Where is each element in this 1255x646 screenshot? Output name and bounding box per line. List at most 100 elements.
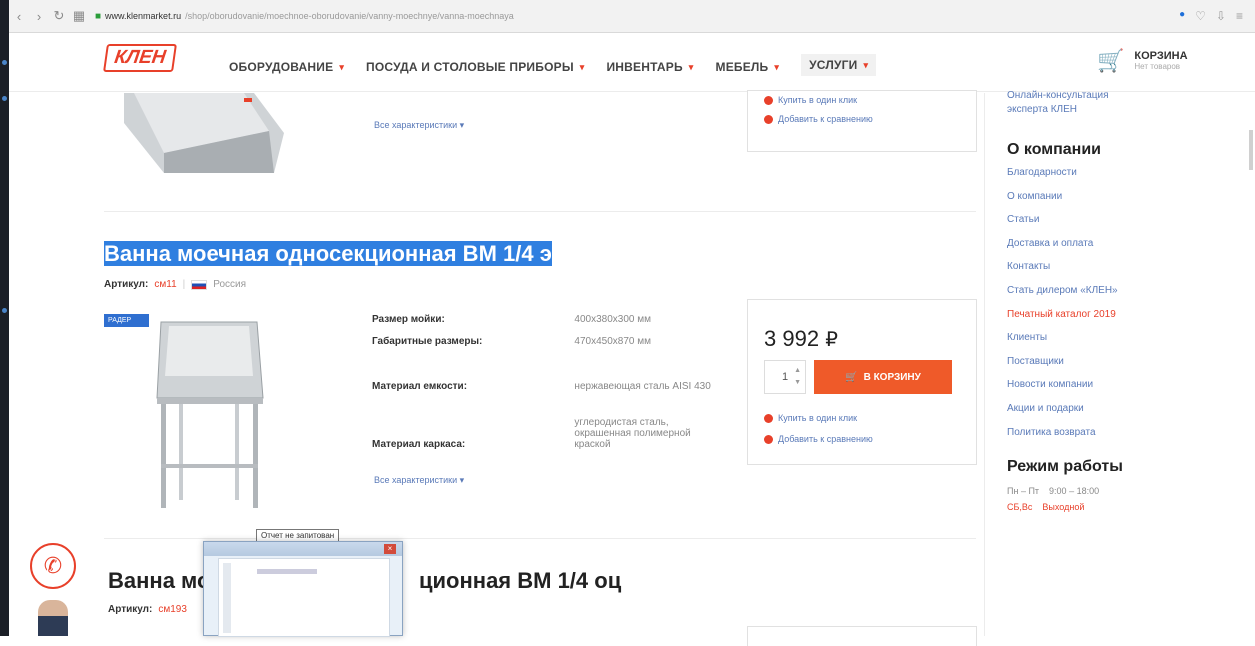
cursor-icon bbox=[764, 413, 773, 423]
reload-icon[interactable]: ↻ bbox=[49, 8, 69, 24]
nav-label: УСЛУГИ bbox=[809, 58, 858, 72]
hours-row: Пн – Пт 9:00 – 18:00 bbox=[1007, 486, 1100, 497]
scrollbar[interactable] bbox=[1249, 130, 1253, 170]
site-logo[interactable]: КЛЕН bbox=[103, 44, 177, 72]
nav-item-services[interactable]: УСЛУГИ ▾ bbox=[801, 54, 877, 76]
chevron-down-icon: ▾ bbox=[579, 61, 585, 72]
cart-status: Нет товаров bbox=[1134, 62, 1181, 71]
quantity-stepper[interactable]: 1 ▲ ▼ bbox=[764, 360, 806, 394]
chevron-down-icon: ▾ bbox=[339, 61, 345, 72]
buy-box: 3 992 ₽ 1 ▲ ▼ 🛒 В КОРЗИНУ Купить в один кли… bbox=[747, 299, 977, 465]
expert-consult-link[interactable]: Онлайн-консультация эксперта КЛЕН bbox=[1007, 89, 1147, 117]
sidebar-link[interactable]: Контакты bbox=[1007, 255, 1255, 279]
article-code: см11 bbox=[154, 279, 177, 290]
consultant-avatar[interactable] bbox=[38, 600, 68, 636]
divider bbox=[104, 211, 976, 212]
badge-mark bbox=[244, 98, 252, 102]
compare-link[interactable]: Добавить к сравнению bbox=[764, 114, 873, 124]
add-to-cart-button[interactable]: 🛒 В КОРЗИНУ bbox=[814, 360, 952, 394]
nav-label: ПОСУДА И СТОЛОВЫЕ ПРИБОРЫ bbox=[366, 60, 574, 74]
spec-row: Материал емкости: нержавеющая сталь AISI … bbox=[372, 380, 711, 392]
close-icon[interactable]: × bbox=[384, 544, 396, 554]
url-path: /shop/oborudovanie/moechnoe-oborudovanie… bbox=[185, 11, 514, 21]
country: Россия bbox=[213, 279, 247, 290]
article-code: см193 bbox=[158, 604, 187, 615]
url-host: www.klenmarket.ru bbox=[105, 11, 182, 21]
sidebar-link[interactable]: Стать дилером «КЛЕН» bbox=[1007, 279, 1255, 303]
forward-icon[interactable]: › bbox=[29, 9, 49, 24]
compare-icon bbox=[764, 114, 773, 124]
nav-item-furniture[interactable]: МЕБЕЛЬ ▾ bbox=[716, 58, 780, 76]
right-sidebar: Онлайн-консультация эксперта КЛЕН О комп… bbox=[984, 90, 1255, 636]
chevron-down-icon: ▾ bbox=[688, 61, 694, 72]
bookmark-icon[interactable]: ♡ bbox=[1195, 9, 1206, 23]
cart-icon: 🛒 bbox=[845, 371, 858, 383]
sidebar-link[interactable]: Доставка и оплата bbox=[1007, 232, 1255, 256]
about-links: Благодарности О компании Статьи Доставка… bbox=[1007, 161, 1255, 444]
extension-icon[interactable]: ● bbox=[1179, 9, 1185, 23]
spec-table: Размер мойки: 400х380х300 мм Габаритные р… bbox=[372, 314, 712, 450]
nav-item-inventory[interactable]: ИНВЕНТАРЬ ▾ bbox=[606, 58, 693, 76]
download-icon[interactable]: ⇩ bbox=[1216, 9, 1226, 23]
sidebar-link[interactable]: Новости компании bbox=[1007, 373, 1255, 397]
spec-row: Материал каркаса: углеродистая сталь, окр… bbox=[372, 417, 691, 450]
sidebar-link[interactable]: Политика возврата bbox=[1007, 421, 1255, 445]
product-image[interactable] bbox=[139, 314, 279, 514]
buy-one-click-link[interactable]: Купить в один клик bbox=[764, 95, 857, 105]
hours-title: Режим работы bbox=[1007, 458, 1123, 476]
compare-link[interactable]: Добавить к сравнению bbox=[764, 434, 873, 444]
taskbar-dot bbox=[2, 96, 7, 101]
buy-box-previous: Купить в один клик Добавить к сравнению bbox=[747, 90, 977, 152]
menu-icon[interactable]: ≡ bbox=[1236, 9, 1243, 23]
nav-label: ОБОРУДОВАНИЕ bbox=[229, 60, 334, 74]
nav-item-equipment[interactable]: ОБОРУДОВАНИЕ ▾ bbox=[229, 58, 344, 76]
back-icon[interactable]: ‹ bbox=[9, 9, 29, 24]
stepper-arrows-icon[interactable]: ▲ ▼ bbox=[794, 365, 801, 389]
site-header: КЛЕН ОБОРУДОВАНИЕ ▾ ПОСУДА И СТОЛОВЫЕ ПРИ… bbox=[9, 34, 1255, 92]
os-taskbar bbox=[0, 0, 9, 636]
product-title[interactable]: Ванна моечная односекционная ВМ 1/4 э bbox=[104, 241, 552, 267]
buy-one-click-link[interactable]: Купить в один клик bbox=[764, 413, 857, 423]
window-titlebar[interactable] bbox=[204, 542, 402, 556]
sidebar-link[interactable]: Благодарности bbox=[1007, 161, 1255, 185]
about-title: О компании bbox=[1007, 141, 1101, 158]
sidebar-link-catalog[interactable]: Печатный каталог 2019 bbox=[1007, 303, 1255, 327]
sidebar-link[interactable]: Клиенты bbox=[1007, 326, 1255, 350]
thumbnail-strip bbox=[257, 569, 317, 574]
floating-window[interactable]: × bbox=[203, 541, 403, 637]
article-label: Артикул: bbox=[108, 604, 153, 615]
price: 3 992 ₽ bbox=[764, 326, 838, 351]
chevron-down-icon: ▾ bbox=[774, 61, 780, 72]
browser-toolbar: ‹ › ↻ ▦ ■ www.klenmarket.ru /shop/oborud… bbox=[9, 0, 1255, 33]
cart-widget[interactable]: 🛒 КОРЗИНА Нет товаров bbox=[1097, 50, 1188, 72]
product-title-2[interactable]: Ванна мо bbox=[108, 568, 210, 594]
all-specs-link[interactable]: Все характеристики ▾ bbox=[374, 120, 464, 131]
thumbnail-sidebar bbox=[223, 563, 231, 633]
sidebar-link[interactable]: Поставщики bbox=[1007, 350, 1255, 374]
all-specs-link[interactable]: Все характеристики ▾ bbox=[374, 475, 464, 486]
callback-phone-icon[interactable]: ✆ bbox=[30, 543, 76, 589]
flag-icon bbox=[191, 279, 208, 290]
divider bbox=[104, 538, 976, 539]
buy-box-next bbox=[747, 626, 977, 646]
cart-icon: 🛒 bbox=[1097, 48, 1125, 73]
product-image-previous[interactable] bbox=[104, 93, 304, 193]
cart-title: КОРЗИНА bbox=[1134, 50, 1188, 62]
article-label: Артикул: bbox=[104, 279, 149, 290]
nav-item-tableware[interactable]: ПОСУДА И СТОЛОВЫЕ ПРИБОРЫ ▾ bbox=[366, 58, 584, 76]
product-title-2-rest[interactable]: ционная ВМ 1/4 оц bbox=[419, 568, 621, 594]
taskbar-dot bbox=[2, 308, 7, 313]
sidebar-link[interactable]: Статьи bbox=[1007, 208, 1255, 232]
address-bar[interactable]: ■ www.klenmarket.ru /shop/oborudovanie/m… bbox=[95, 11, 1179, 22]
sidebar-link[interactable]: Акции и подарки bbox=[1007, 397, 1255, 421]
hours-row: СБ,Вс Выходной bbox=[1007, 502, 1085, 513]
lock-icon: ■ bbox=[95, 10, 102, 22]
article-line-2: Артикул: см193 bbox=[108, 604, 187, 615]
taskbar-dot bbox=[2, 60, 7, 65]
chevron-down-icon: ▾ bbox=[863, 59, 869, 70]
main-nav: ОБОРУДОВАНИЕ ▾ ПОСУДА И СТОЛОВЫЕ ПРИБОРЫ ▾… bbox=[229, 54, 898, 76]
spec-row: Габаритные размеры: 470х450х870 мм bbox=[372, 336, 652, 347]
article-line: Артикул: см11 | Россия bbox=[104, 279, 246, 290]
sidebar-link[interactable]: О компании bbox=[1007, 185, 1255, 209]
grid-icon[interactable]: ▦ bbox=[69, 8, 89, 24]
